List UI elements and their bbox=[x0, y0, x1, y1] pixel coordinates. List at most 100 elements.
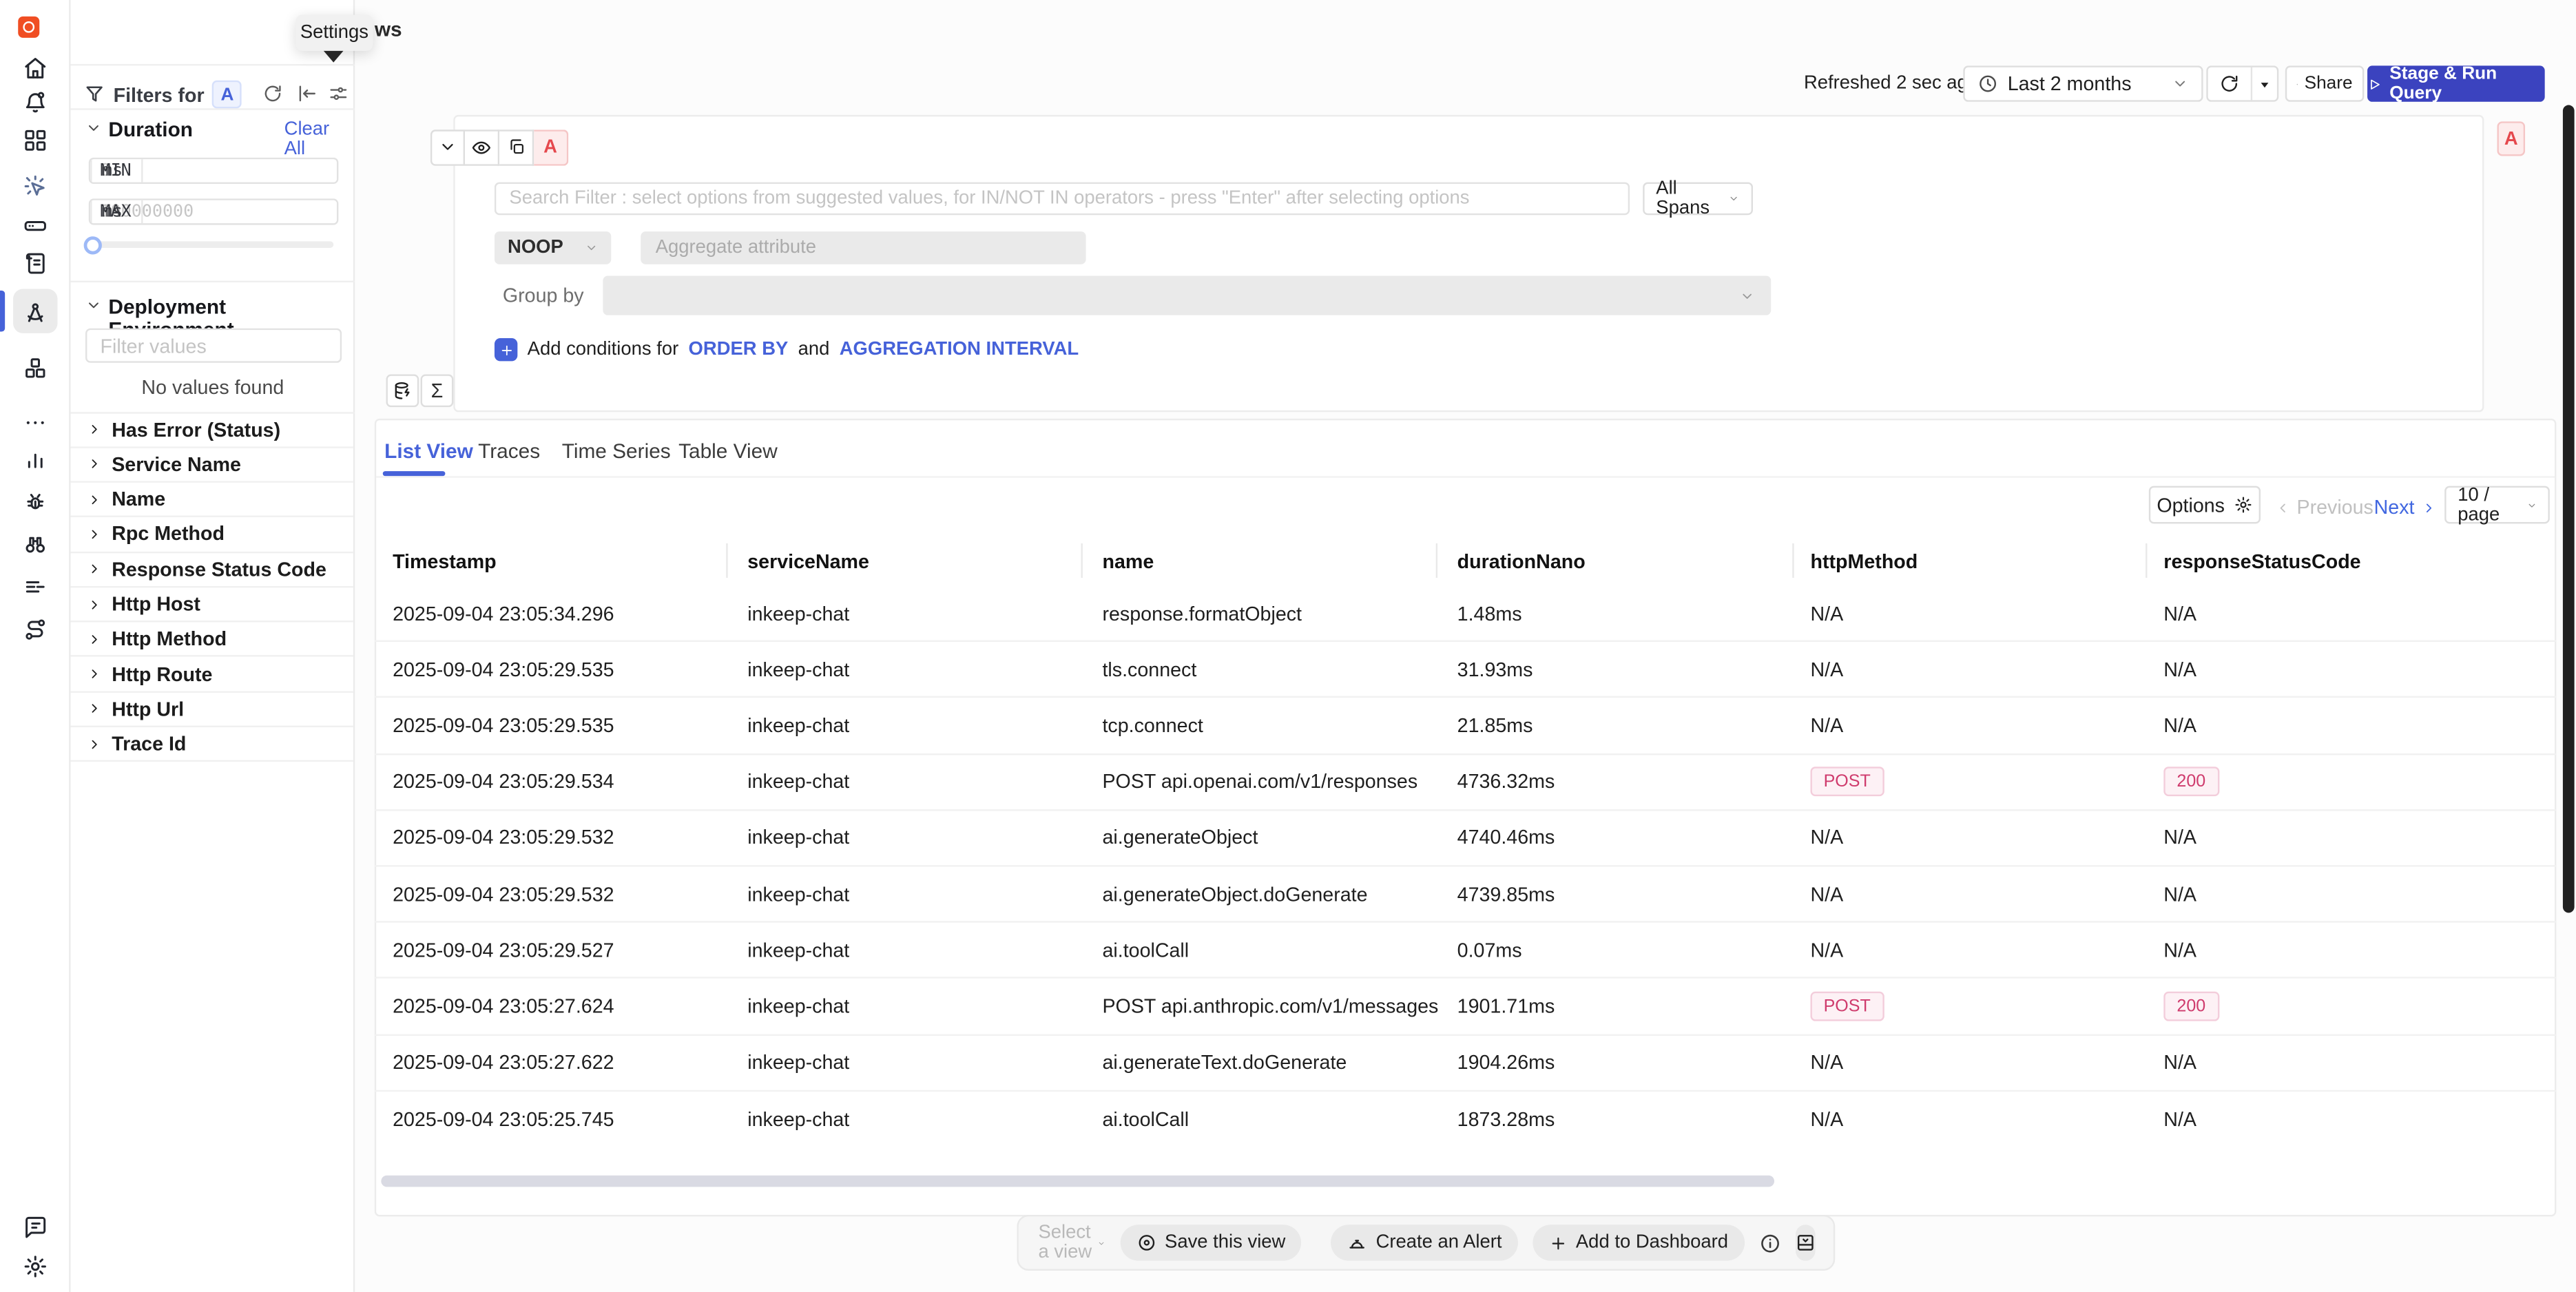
filter-item-has-error[interactable]: Has Error (Status) bbox=[71, 413, 353, 448]
horizontal-scrollbar-thumb[interactable] bbox=[381, 1176, 1774, 1187]
cell-httpmethod: POST bbox=[1810, 979, 1883, 1034]
duration-collapse-chevron[interactable] bbox=[85, 120, 102, 136]
filter-item-http-route[interactable]: Http Route bbox=[71, 658, 353, 693]
options-button[interactable]: Options bbox=[2149, 486, 2261, 524]
rail-item-logs[interactable] bbox=[0, 251, 71, 276]
column-header-durationnano[interactable]: durationNano bbox=[1457, 536, 1586, 586]
vertical-scrollbar-thumb[interactable] bbox=[2563, 105, 2575, 913]
column-header-responsestatuscode[interactable]: responseStatusCode bbox=[2163, 536, 2360, 586]
cell-statuscode: N/A bbox=[2163, 867, 2196, 921]
tab-time-series[interactable]: Time Series bbox=[562, 440, 671, 463]
table-row[interactable]: 2025-09-04 23:05:29.532 inkeep-chat ai.g… bbox=[375, 811, 2557, 866]
aggregation-interval-link[interactable]: AGGREGATION INTERVAL bbox=[840, 340, 1079, 360]
create-alert-button[interactable]: Create an Alert bbox=[1331, 1225, 1518, 1260]
rail-item-more[interactable] bbox=[0, 410, 71, 435]
column-header-timestamp[interactable]: Timestamp bbox=[393, 536, 497, 586]
http-method-badge: POST bbox=[1810, 992, 1883, 1021]
rail-item-infrastructure[interactable] bbox=[0, 213, 71, 238]
sync-filters-button[interactable] bbox=[263, 84, 283, 104]
table-row[interactable]: 2025-09-04 23:05:29.535 inkeep-chat tcp.… bbox=[375, 698, 2557, 754]
filter-item-name[interactable]: Name bbox=[71, 483, 353, 518]
clear-all-link[interactable]: Clear All bbox=[284, 120, 353, 159]
filter-item-label: Has Error (Status) bbox=[112, 418, 280, 441]
time-range-select[interactable]: Last 2 months bbox=[1963, 65, 2203, 101]
deployment-collapse-chevron[interactable] bbox=[85, 297, 102, 313]
next-page-button[interactable]: Next bbox=[2374, 496, 2436, 519]
search-filter-input[interactable] bbox=[495, 183, 1630, 216]
query-a-side-chip[interactable]: A bbox=[2497, 121, 2526, 156]
toggle-panel-button[interactable] bbox=[1796, 1225, 1816, 1260]
stage-run-query-button[interactable]: Stage & Run Query bbox=[2367, 65, 2545, 101]
filter-item-trace-id[interactable]: Trace Id bbox=[71, 727, 353, 762]
rail-item-exceptions[interactable] bbox=[0, 489, 71, 514]
select-view-dropdown[interactable]: Select a view bbox=[1038, 1223, 1105, 1262]
query-name-chip[interactable]: A bbox=[534, 129, 568, 165]
clone-query-button[interactable] bbox=[499, 129, 534, 165]
collapse-sidebar-button[interactable] bbox=[298, 84, 318, 104]
filter-settings-button[interactable] bbox=[329, 84, 349, 104]
span-scope-select[interactable]: All Spans bbox=[1643, 183, 1753, 216]
rail-item-service-map[interactable] bbox=[0, 532, 71, 556]
filter-item-http-url[interactable]: Http Url bbox=[71, 692, 353, 727]
rail-item-alerts[interactable] bbox=[0, 90, 71, 115]
tab-traces[interactable]: Traces bbox=[478, 440, 540, 463]
table-row[interactable]: 2025-09-04 23:05:27.622 inkeep-chat ai.g… bbox=[375, 1035, 2557, 1091]
rail-item-support[interactable] bbox=[0, 1215, 71, 1240]
tab-table-view[interactable]: Table View bbox=[678, 440, 778, 463]
table-row[interactable]: 2025-09-04 23:05:29.534 inkeep-chat POST… bbox=[375, 755, 2557, 811]
duration-slider-handle[interactable] bbox=[84, 236, 102, 253]
filter-item-response-status[interactable]: Response Status Code bbox=[71, 552, 353, 587]
rail-item-pipelines[interactable] bbox=[0, 617, 71, 642]
chevron-right-icon bbox=[87, 667, 101, 681]
rail-item-messaging-queues[interactable] bbox=[0, 356, 71, 381]
rail-item-events[interactable] bbox=[0, 174, 71, 199]
formula-button[interactable]: Σ bbox=[421, 374, 454, 407]
tab-list-view[interactable]: List View bbox=[384, 440, 473, 463]
table-row[interactable]: 2025-09-04 23:05:25.745 inkeep-chat ai.t… bbox=[375, 1092, 2557, 1147]
signoz-logo[interactable] bbox=[18, 17, 39, 38]
filter-item-rpc-method[interactable]: Rpc Method bbox=[71, 518, 353, 553]
table-row[interactable]: 2025-09-04 23:05:29.532 inkeep-chat ai.g… bbox=[375, 867, 2557, 923]
page-size-select[interactable]: 10 / page bbox=[2444, 486, 2550, 524]
add-to-dashboard-button[interactable]: Add to Dashboard bbox=[1533, 1225, 1745, 1260]
collapse-query-button[interactable] bbox=[430, 129, 465, 165]
query-source-button[interactable] bbox=[386, 374, 419, 407]
table-row[interactable]: 2025-09-04 23:05:27.624 inkeep-chat POST… bbox=[375, 979, 2557, 1035]
rail-item-settings[interactable] bbox=[0, 1254, 71, 1279]
table-row[interactable]: 2025-09-04 23:05:34.296 inkeep-chat resp… bbox=[375, 586, 2557, 642]
info-button[interactable] bbox=[1759, 1232, 1780, 1253]
cell-statuscode: N/A bbox=[2163, 1035, 2196, 1090]
database-zap-icon bbox=[393, 381, 413, 401]
previous-page-button[interactable]: Previous bbox=[2276, 496, 2374, 519]
chevron-right-icon bbox=[87, 632, 101, 646]
column-separator bbox=[2146, 543, 2147, 578]
add-condition-button[interactable] bbox=[495, 338, 517, 361]
order-by-link[interactable]: ORDER BY bbox=[689, 340, 789, 360]
rail-item-traces-active[interactable] bbox=[0, 300, 71, 325]
share-button[interactable]: Share bbox=[2285, 65, 2364, 101]
filter-item-label: Http Url bbox=[112, 698, 184, 720]
tab-views-partial[interactable]: ws bbox=[375, 18, 402, 41]
filter-item-service-name[interactable]: Service Name bbox=[71, 448, 353, 483]
column-header-httpmethod[interactable]: httpMethod bbox=[1810, 536, 1918, 586]
toggle-query-visibility-button[interactable] bbox=[465, 129, 499, 165]
refresh-caret-button[interactable] bbox=[2252, 76, 2277, 91]
bell-dot-icon bbox=[23, 90, 48, 115]
filter-item-http-host[interactable]: Http Host bbox=[71, 587, 353, 623]
rail-item-metrics[interactable] bbox=[0, 446, 71, 471]
cell-duration: 21.85ms bbox=[1457, 698, 1533, 753]
column-header-name[interactable]: name bbox=[1102, 536, 1154, 586]
save-view-button[interactable]: Save this view bbox=[1121, 1225, 1302, 1260]
duration-slider-track[interactable] bbox=[89, 241, 333, 248]
refresh-split-button[interactable] bbox=[2206, 65, 2278, 101]
rail-item-home[interactable] bbox=[0, 56, 71, 81]
filter-item-http-method[interactable]: Http Method bbox=[71, 623, 353, 658]
refresh-button[interactable] bbox=[2208, 67, 2252, 101]
rail-item-dashboards[interactable] bbox=[0, 128, 71, 153]
deployment-filter-input[interactable] bbox=[85, 329, 342, 363]
rail-item-views[interactable] bbox=[0, 574, 71, 599]
query-a-chip[interactable]: A bbox=[213, 81, 242, 109]
table-row[interactable]: 2025-09-04 23:05:29.535 inkeep-chat tls.… bbox=[375, 642, 2557, 698]
column-header-servicename[interactable]: serviceName bbox=[747, 536, 869, 586]
table-row[interactable]: 2025-09-04 23:05:29.527 inkeep-chat ai.t… bbox=[375, 923, 2557, 979]
